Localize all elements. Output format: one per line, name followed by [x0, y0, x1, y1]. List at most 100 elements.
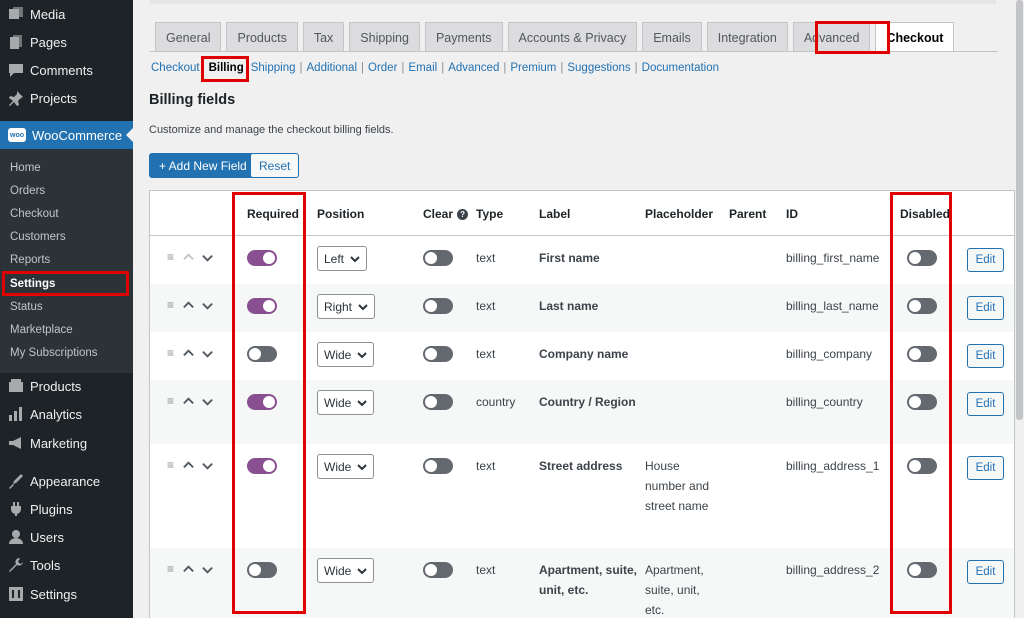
edit-button[interactable]: Edit: [967, 392, 1004, 416]
sidebar-item-tools[interactable]: Tools: [0, 551, 133, 579]
tab-integration[interactable]: Integration: [706, 22, 788, 52]
submenu-item-orders[interactable]: Orders: [0, 180, 133, 202]
clear-toggle[interactable]: [423, 458, 453, 474]
submenu-item-checkout[interactable]: Checkout: [0, 203, 133, 225]
position-select[interactable]: Wide: [317, 342, 375, 367]
clear-toggle[interactable]: [423, 394, 453, 410]
submenu-item-marketplace[interactable]: Marketplace: [0, 319, 133, 341]
move-up-icon[interactable]: [182, 299, 195, 312]
tab-payments[interactable]: Payments: [424, 22, 503, 52]
woocommerce-submenu: Home Orders Checkout Customers Reports S…: [0, 149, 133, 373]
submenu-item-my-subscriptions[interactable]: My Subscriptions: [0, 342, 133, 364]
page-scrollbar[interactable]: [1015, 0, 1024, 618]
position-select[interactable]: Wide: [317, 558, 375, 583]
subnav-documentation[interactable]: Documentation: [642, 62, 719, 74]
drag-handle[interactable]: ≡: [167, 346, 220, 360]
sidebar-item-label: Pages: [30, 34, 67, 50]
move-up-icon[interactable]: [182, 459, 195, 472]
sidebar-item-projects[interactable]: Projects: [0, 84, 133, 112]
clear-toggle[interactable]: [423, 562, 453, 578]
tab-shipping[interactable]: Shipping: [349, 22, 420, 52]
disabled-toggle[interactable]: [907, 562, 937, 578]
disabled-toggle[interactable]: [907, 346, 937, 362]
position-select[interactable]: Left: [317, 246, 368, 271]
tab-checkout[interactable]: Checkout: [875, 22, 955, 52]
move-up-icon[interactable]: [182, 251, 195, 264]
drag-handle[interactable]: ≡: [167, 298, 220, 312]
required-toggle[interactable]: [247, 346, 277, 362]
edit-button[interactable]: Edit: [967, 344, 1004, 368]
sidebar-item-label: Media: [30, 6, 66, 22]
help-icon[interactable]: ?: [457, 209, 469, 221]
tabs-divider: [150, 51, 998, 52]
move-down-icon[interactable]: [201, 459, 214, 472]
disabled-toggle[interactable]: [907, 394, 937, 410]
position-select[interactable]: Right: [317, 294, 376, 319]
sidebar-item-products[interactable]: Products: [0, 372, 133, 400]
edit-button[interactable]: Edit: [967, 560, 1004, 584]
reset-button[interactable]: Reset: [250, 153, 300, 178]
subnav-advanced[interactable]: Advanced: [448, 62, 499, 74]
position-select[interactable]: Wide: [317, 390, 375, 415]
move-up-icon[interactable]: [182, 395, 195, 408]
tab-emails[interactable]: Emails: [642, 22, 702, 52]
field-id: billing_company: [786, 347, 873, 361]
scrollbar-thumb[interactable]: [1016, 0, 1023, 420]
submenu-item-reports[interactable]: Reports: [0, 249, 133, 271]
submenu-item-settings[interactable]: Settings: [0, 273, 133, 295]
sidebar-item-woocommerce[interactable]: woo WooCommerce: [0, 121, 133, 149]
submenu-item-customers[interactable]: Customers: [0, 226, 133, 248]
required-toggle[interactable]: [247, 298, 277, 314]
disabled-toggle[interactable]: [907, 250, 937, 266]
sidebar-item-marketing[interactable]: Marketing: [0, 429, 133, 457]
submenu-item-home[interactable]: Home: [0, 157, 133, 179]
move-down-icon[interactable]: [201, 563, 214, 576]
position-select[interactable]: Wide: [317, 454, 375, 479]
required-toggle[interactable]: [247, 394, 277, 410]
sidebar-item-pages[interactable]: Pages: [0, 28, 133, 56]
subnav-suggestions[interactable]: Suggestions: [567, 62, 630, 74]
clear-toggle[interactable]: [423, 298, 453, 314]
move-up-icon[interactable]: [182, 347, 195, 360]
drag-handle[interactable]: ≡: [167, 394, 220, 408]
clear-toggle[interactable]: [423, 346, 453, 362]
disabled-toggle[interactable]: [907, 298, 937, 314]
move-down-icon[interactable]: [201, 347, 214, 360]
edit-button[interactable]: Edit: [967, 456, 1004, 480]
edit-button[interactable]: Edit: [967, 296, 1004, 320]
submenu-item-status[interactable]: Status: [0, 296, 133, 318]
subnav-order[interactable]: Order: [368, 62, 397, 74]
subnav-premium[interactable]: Premium: [510, 62, 556, 74]
tab-general[interactable]: General: [155, 22, 222, 52]
move-up-icon[interactable]: [182, 563, 195, 576]
add-new-field-button[interactable]: + Add New Field: [149, 153, 257, 178]
tab-accounts-privacy[interactable]: Accounts & Privacy: [507, 22, 638, 52]
required-toggle[interactable]: [247, 458, 277, 474]
drag-handle[interactable]: ≡: [167, 562, 220, 576]
subnav-billing[interactable]: Billing: [206, 62, 247, 74]
move-down-icon[interactable]: [201, 395, 214, 408]
sidebar-item-settings[interactable]: Settings: [0, 580, 133, 608]
drag-handle[interactable]: ≡: [167, 250, 220, 264]
sidebar-item-comments[interactable]: Comments: [0, 56, 133, 84]
sidebar-item-analytics[interactable]: Analytics: [0, 400, 133, 428]
move-down-icon[interactable]: [201, 251, 214, 264]
sidebar-item-appearance[interactable]: Appearance: [0, 467, 133, 495]
move-down-icon[interactable]: [201, 299, 214, 312]
edit-button[interactable]: Edit: [967, 248, 1004, 272]
tab-products[interactable]: Products: [226, 22, 298, 52]
clear-toggle[interactable]: [423, 250, 453, 266]
subnav-additional[interactable]: Additional: [307, 62, 358, 74]
subnav-email[interactable]: Email: [408, 62, 437, 74]
subnav-checkout[interactable]: Checkout: [151, 62, 200, 74]
subnav-shipping[interactable]: Shipping: [251, 62, 296, 74]
sidebar-item-users[interactable]: Users: [0, 523, 133, 551]
tab-advanced[interactable]: Advanced: [792, 22, 871, 52]
sidebar-item-plugins[interactable]: Plugins: [0, 495, 133, 523]
sidebar-item-media[interactable]: Media: [0, 0, 133, 28]
required-toggle[interactable]: [247, 562, 277, 578]
disabled-toggle[interactable]: [907, 458, 937, 474]
tab-tax[interactable]: Tax: [302, 22, 345, 52]
drag-handle[interactable]: ≡: [167, 458, 220, 472]
required-toggle[interactable]: [247, 250, 277, 266]
